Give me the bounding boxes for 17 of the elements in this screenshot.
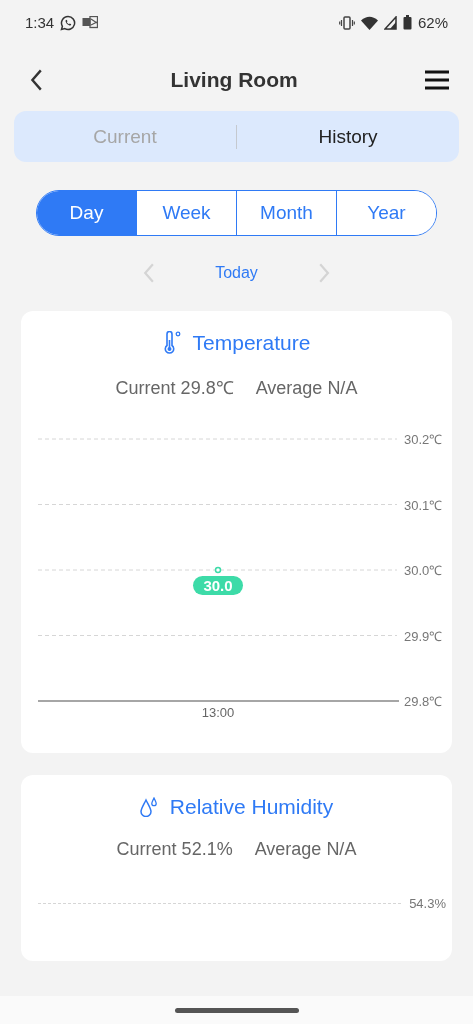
value-label: 30.0 — [193, 576, 243, 595]
page-title: Living Room — [170, 68, 298, 92]
axis-label: 30.1℃ — [404, 497, 443, 513]
axis-label: 29.8℃ — [404, 694, 443, 709]
average-value: Average N/A — [255, 378, 358, 399]
current-value: Current 29.8℃ — [115, 377, 234, 399]
axis-label: 29.9℃ — [404, 628, 443, 644]
axis-label: 54.3% — [409, 896, 446, 911]
card-title: Relative Humidity — [169, 795, 334, 819]
axis-label: 30.2℃ — [404, 432, 443, 447]
card-title: Temperature — [192, 331, 311, 355]
average-value: Average N/A — [254, 839, 357, 860]
current-value: Current 52.1% — [116, 839, 233, 860]
axis-label: 30.0℃ — [404, 563, 443, 578]
axis-label: 13:00 — [201, 705, 235, 720]
status-time: 1:34 — [25, 14, 55, 31]
battery-level: 62% — [417, 14, 448, 31]
